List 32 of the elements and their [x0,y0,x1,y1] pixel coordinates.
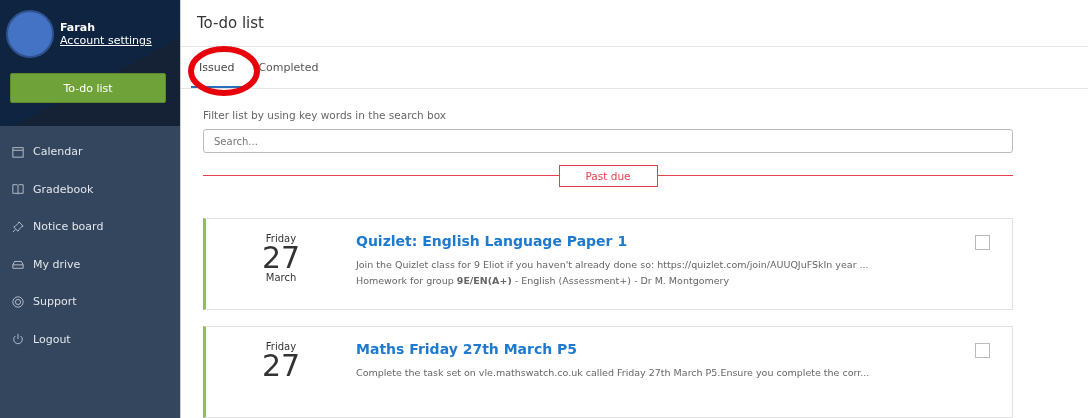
task-description: Complete the task set on vle.mathswatch.co.uk called Friday 27th March P5.Ensure you complete the corr... [356,367,871,378]
nav-item[interactable]: Calendar [0,133,180,171]
page-title: To-do list [181,0,1088,47]
task-meta: Homework for group 9E/EN(A+) - English (Assessment+) - Dr M. Montgomery [356,275,731,286]
weekday: Friday [265,233,297,244]
nav-item[interactable]: Gradebook [0,170,180,208]
account-settings-link[interactable]: Account settings [60,34,152,47]
power-icon [12,333,24,346]
pin-icon [12,220,24,233]
calendar-icon [12,145,24,158]
month: March [265,272,297,283]
avatar [6,10,54,58]
nav-item[interactable]: Notice board [0,208,180,246]
search-field[interactable]: Search... [203,129,1013,153]
day-number: 27 [261,244,301,272]
nav-item[interactable]: My drive [0,245,180,283]
drive-icon [12,258,24,271]
filter-hint: Filter list by using key words in the search box [203,109,448,121]
task-title-link[interactable]: Maths Friday 27th March P5 [356,341,578,357]
book-icon [12,183,24,196]
day-number: 27 [261,352,301,380]
checkbox[interactable] [975,343,990,358]
past-due-label: Past due [558,164,658,187]
user-name: Farah [60,21,96,34]
task-title-link[interactable]: Quizlet: English Language Paper 1 [356,233,628,249]
nav-item[interactable]: Logout [0,320,180,358]
weekday: Friday [265,341,297,352]
nav-item[interactable]: Support [0,283,180,321]
task-description: Join the Quizlet class for 9 Eliot if you haven't already done so: https://quizlet.com/join/AUUQJuFSkIn year ... [356,259,870,270]
tab[interactable]: Completed [250,47,327,88]
checkbox[interactable] [975,235,990,250]
lifebuoy-icon [12,295,24,308]
